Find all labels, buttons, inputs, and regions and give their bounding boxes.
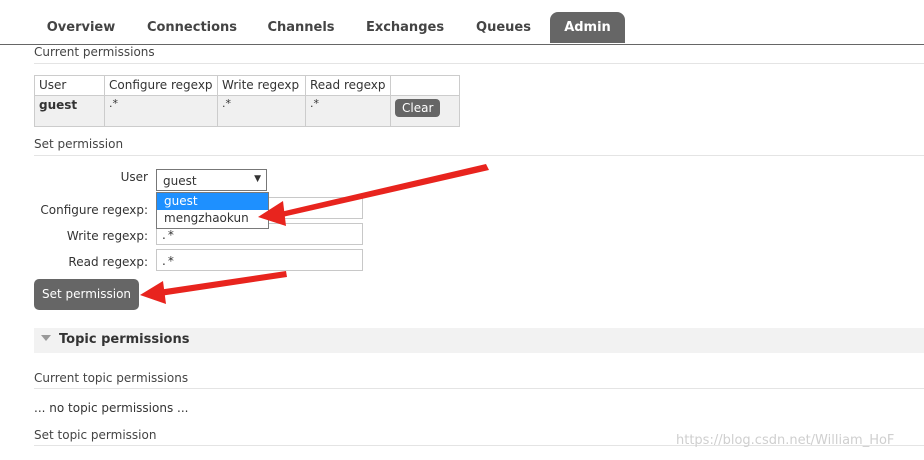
annotation-arrows	[140, 164, 489, 304]
arrow-to-set-permission	[140, 271, 287, 304]
arrow-to-user-option	[258, 164, 489, 226]
